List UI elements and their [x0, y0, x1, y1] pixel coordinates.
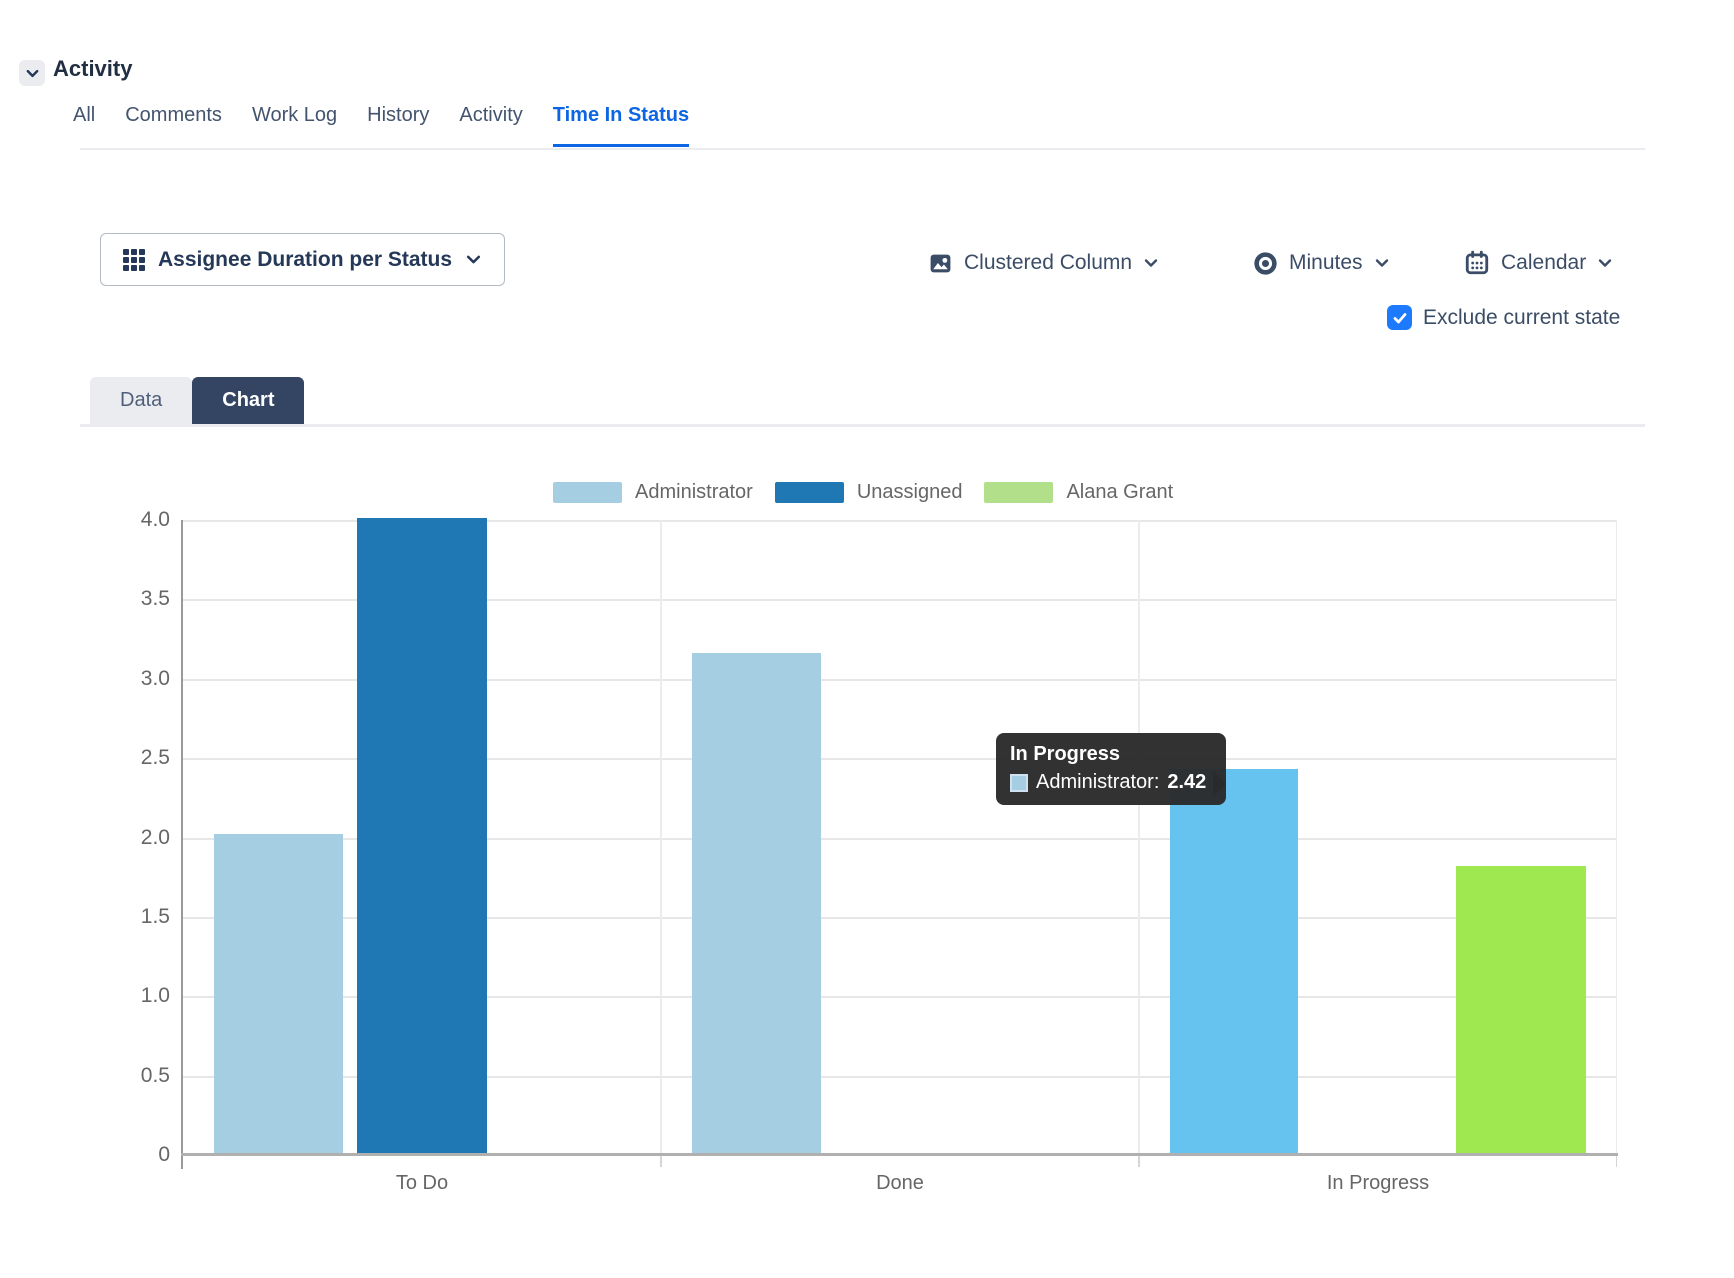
legend-swatch-administrator — [553, 482, 622, 503]
check-icon — [1392, 310, 1408, 326]
section-title: Activity — [53, 56, 132, 82]
tab-all[interactable]: All — [73, 104, 95, 147]
metric-dropdown-button[interactable]: Assignee Duration per Status — [100, 233, 505, 286]
legend-label: Unassigned — [857, 481, 963, 504]
y-axis-tick-label: 2.0 — [118, 825, 170, 851]
tabs-divider — [80, 148, 1645, 150]
bar-inprogress-administrator-highlighted[interactable] — [1170, 769, 1298, 1153]
exclude-current-state-row: Exclude current state — [1387, 305, 1620, 330]
chart-type-label: Clustered Column — [964, 251, 1132, 275]
tab-work-log[interactable]: Work Log — [252, 104, 337, 147]
v-gridline — [1138, 520, 1140, 1155]
metric-dropdown-label: Assignee Duration per Status — [158, 248, 452, 272]
tab-time-in-status[interactable]: Time In Status — [553, 104, 689, 147]
tooltip-title: In Progress — [1010, 742, 1212, 767]
legend-item-alana-grant[interactable]: Alana Grant — [984, 481, 1173, 504]
calendar-icon — [1464, 250, 1490, 276]
y-axis-tick-label: 0.5 — [118, 1063, 170, 1089]
y-axis-tick-label: 4.0 — [118, 507, 170, 533]
bar-todo-unassigned[interactable] — [357, 518, 487, 1153]
calendar-label: Calendar — [1501, 251, 1586, 275]
time-in-status-panel: Activity All Comments Work Log History A… — [0, 0, 1734, 1278]
chevron-down-icon — [1374, 255, 1390, 271]
tab-comments[interactable]: Comments — [125, 104, 222, 147]
tab-chart-view[interactable]: Chart — [192, 377, 304, 424]
x-axis-category-label: To Do — [396, 1170, 448, 1196]
y-axis-tick-label: 1.0 — [118, 983, 170, 1009]
x-axis-tick — [660, 1155, 662, 1167]
legend-label: Administrator — [635, 481, 753, 504]
x-axis-tick — [1616, 1155, 1618, 1167]
chevron-down-icon — [1597, 255, 1613, 271]
chart-legend: Administrator Unassigned Alana Grant — [553, 481, 1173, 504]
view-tab-bar: Data Chart — [90, 377, 304, 424]
grid-icon — [123, 249, 145, 271]
tab-activity[interactable]: Activity — [459, 104, 522, 147]
unit-label: Minutes — [1289, 251, 1363, 275]
chevron-down-icon — [1143, 255, 1159, 271]
chart-type-dropdown[interactable]: Clustered Column — [928, 246, 1159, 280]
collapse-activity-button[interactable] — [19, 60, 45, 86]
y-axis-line — [181, 520, 183, 1169]
tooltip-row: Administrator: 2.42 — [1010, 771, 1212, 794]
v-gridline — [660, 520, 662, 1155]
chevron-down-icon — [25, 66, 40, 81]
chart-tooltip: In Progress Administrator: 2.42 — [996, 733, 1226, 805]
bar-done-administrator[interactable] — [692, 653, 821, 1153]
y-axis-tick-label: 1.5 — [118, 904, 170, 930]
y-axis-tick-label: 2.5 — [118, 745, 170, 771]
unit-dropdown[interactable]: Minutes — [1253, 246, 1390, 280]
tab-data-view[interactable]: Data — [90, 377, 192, 424]
x-axis-tick — [1138, 1155, 1140, 1167]
legend-item-administrator[interactable]: Administrator — [553, 481, 753, 504]
legend-swatch-alana-grant — [984, 482, 1053, 503]
image-icon — [928, 251, 953, 276]
calendar-dropdown[interactable]: Calendar — [1464, 246, 1613, 280]
tooltip-series-label: Administrator: — [1036, 771, 1159, 794]
bar-todo-administrator[interactable] — [214, 834, 343, 1153]
target-eye-icon — [1253, 251, 1278, 276]
y-axis-tick-label: 3.5 — [118, 586, 170, 612]
chevron-down-icon — [465, 251, 482, 268]
exclude-current-state-checkbox[interactable] — [1387, 305, 1412, 330]
legend-label: Alana Grant — [1066, 481, 1173, 504]
legend-item-unassigned[interactable]: Unassigned — [775, 481, 963, 504]
bar-inprogress-alana-grant[interactable] — [1456, 866, 1586, 1153]
x-axis-line — [181, 1153, 1618, 1156]
y-axis-tick-label: 0 — [118, 1142, 170, 1168]
activity-tab-bar: All Comments Work Log History Activity T… — [73, 104, 689, 147]
x-axis-category-label: In Progress — [1327, 1170, 1429, 1196]
tooltip-series-swatch — [1010, 774, 1028, 792]
y-axis-tick-label: 3.0 — [118, 666, 170, 692]
x-axis-category-label: Done — [876, 1170, 924, 1196]
view-tabs-divider — [80, 424, 1645, 427]
exclude-current-state-label[interactable]: Exclude current state — [1423, 306, 1620, 330]
legend-swatch-unassigned — [775, 482, 844, 503]
chart-plot-area — [183, 520, 1617, 1155]
v-gridline — [1616, 520, 1618, 1155]
tab-history[interactable]: History — [367, 104, 429, 147]
tooltip-value: 2.42 — [1167, 771, 1206, 794]
